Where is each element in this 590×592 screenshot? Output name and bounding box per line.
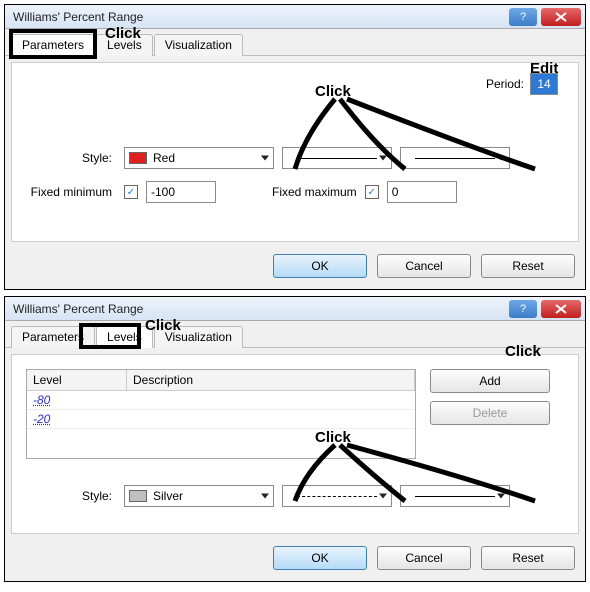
close-button[interactable] xyxy=(541,8,581,26)
level-desc xyxy=(127,391,139,409)
tab-levels[interactable]: Levels xyxy=(96,34,153,56)
style-line-combo[interactable] xyxy=(282,485,392,507)
help-button[interactable]: ? xyxy=(509,300,537,318)
window-title: Williams' Percent Range xyxy=(13,10,509,24)
tab-visualization[interactable]: Visualization xyxy=(154,34,243,56)
window-title: Williams' Percent Range xyxy=(13,302,509,316)
style-label: Style: xyxy=(26,151,116,165)
style-width-combo[interactable] xyxy=(400,147,510,169)
tab-strip: Parameters Levels Visualization xyxy=(5,29,585,56)
parameters-panel: Period: 14 Style: Red Fixed minimum ✓ xyxy=(11,62,579,242)
list-row[interactable]: -20 xyxy=(27,410,415,429)
list-header: Level Description xyxy=(27,370,415,391)
reset-button[interactable]: Reset xyxy=(481,546,575,570)
style-row: Style: Red xyxy=(26,147,564,169)
levels-panel: Level Description -80 -20 Add Delete Sty… xyxy=(11,354,579,534)
tab-strip: Parameters Levels Visualization xyxy=(5,321,585,348)
fixed-max-checkbox[interactable]: ✓ xyxy=(365,185,379,199)
ok-button[interactable]: OK xyxy=(273,546,367,570)
chevron-down-icon xyxy=(379,494,387,499)
list-row[interactable]: -80 xyxy=(27,391,415,410)
chevron-down-icon xyxy=(379,156,387,161)
style-row: Style: Silver xyxy=(26,485,564,507)
style-color-value: Silver xyxy=(153,489,183,503)
levels-list[interactable]: Level Description -80 -20 xyxy=(26,369,416,459)
color-swatch-icon xyxy=(129,490,147,502)
tab-parameters[interactable]: Parameters xyxy=(11,34,95,56)
cancel-button[interactable]: Cancel xyxy=(377,254,471,278)
close-icon xyxy=(555,304,567,314)
level-value: -80 xyxy=(27,391,127,409)
fixed-max-input[interactable]: 0 xyxy=(387,181,457,203)
reset-button[interactable]: Reset xyxy=(481,254,575,278)
dialog-levels: Williams' Percent Range ? Parameters Lev… xyxy=(4,296,586,582)
ok-button[interactable]: OK xyxy=(273,254,367,278)
style-color-combo[interactable]: Silver xyxy=(124,485,274,507)
color-swatch-icon xyxy=(129,152,147,164)
tab-visualization[interactable]: Visualization xyxy=(154,326,243,348)
titlebar: Williams' Percent Range ? xyxy=(5,297,585,321)
fixed-max-label: Fixed maximum xyxy=(272,185,357,199)
button-bar: OK Cancel Reset xyxy=(5,540,585,580)
line-sample-icon xyxy=(415,496,495,497)
header-description[interactable]: Description xyxy=(127,370,415,390)
level-value: -20 xyxy=(27,410,127,428)
line-sample-icon xyxy=(415,158,495,159)
levels-top: Level Description -80 -20 Add Delete xyxy=(26,369,564,459)
line-sample-icon xyxy=(297,496,377,497)
dialog-parameters: Williams' Percent Range ? Parameters Lev… xyxy=(4,4,586,290)
fixed-min-input[interactable]: -100 xyxy=(146,181,216,203)
style-width-combo[interactable] xyxy=(400,485,510,507)
line-sample-icon xyxy=(297,158,377,159)
style-label: Style: xyxy=(26,489,116,503)
close-icon xyxy=(555,12,567,22)
fixed-row: Fixed minimum ✓ -100 Fixed maximum ✓ 0 xyxy=(26,181,564,203)
style-color-value: Red xyxy=(153,151,175,165)
period-input[interactable]: 14 xyxy=(530,73,558,95)
tab-levels[interactable]: Levels xyxy=(96,326,153,348)
button-bar: OK Cancel Reset xyxy=(5,248,585,288)
help-button[interactable]: ? xyxy=(509,8,537,26)
titlebar: Williams' Percent Range ? xyxy=(5,5,585,29)
side-buttons: Add Delete xyxy=(430,369,550,459)
level-desc xyxy=(127,410,139,428)
style-line-combo[interactable] xyxy=(282,147,392,169)
style-color-combo[interactable]: Red xyxy=(124,147,274,169)
tab-parameters[interactable]: Parameters xyxy=(11,326,95,348)
chevron-down-icon xyxy=(497,156,505,161)
chevron-down-icon xyxy=(261,156,269,161)
period-label: Period: xyxy=(486,77,524,91)
close-button[interactable] xyxy=(541,300,581,318)
cancel-button[interactable]: Cancel xyxy=(377,546,471,570)
header-level[interactable]: Level xyxy=(27,370,127,390)
fixed-min-checkbox[interactable]: ✓ xyxy=(124,185,138,199)
fixed-min-label: Fixed minimum xyxy=(26,185,116,199)
period-group: Period: 14 xyxy=(486,73,558,95)
delete-button[interactable]: Delete xyxy=(430,401,550,425)
chevron-down-icon xyxy=(261,494,269,499)
chevron-down-icon xyxy=(497,494,505,499)
add-button[interactable]: Add xyxy=(430,369,550,393)
